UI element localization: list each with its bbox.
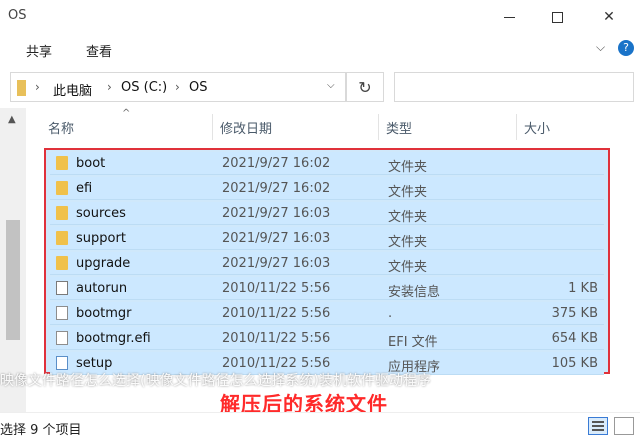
- file-name: upgrade: [76, 256, 131, 271]
- file-row[interactable]: sources 2021/9/27 16:03 文件夹: [50, 202, 604, 225]
- file-date: 2021/9/27 16:02: [222, 156, 331, 171]
- file-name: boot: [76, 156, 106, 171]
- column-header-row: ^ 名称 修改日期 类型 大小: [26, 108, 640, 144]
- breadcrumb-separator-icon[interactable]: ›: [107, 80, 112, 94]
- file-type: 文件夹: [388, 185, 428, 200]
- file-size: 105 KB: [551, 356, 598, 371]
- ribbon-expand-chevron-icon[interactable]: ⌵: [596, 40, 605, 55]
- maximize-button[interactable]: [534, 0, 580, 34]
- file-name: autorun: [76, 281, 128, 296]
- file-row[interactable]: bootmgr 2010/11/22 5:56 . 375 KB: [50, 302, 604, 325]
- file-date: 2021/9/27 16:03: [222, 206, 331, 221]
- refresh-button[interactable]: ↻: [346, 72, 384, 102]
- selection-status: 选择 9 个项目: [0, 423, 82, 438]
- file-date: 2021/9/27 16:03: [222, 231, 331, 246]
- file-row[interactable]: bootmgr.efi 2010/11/22 5:56 EFI 文件 654 K…: [50, 327, 604, 350]
- column-divider[interactable]: [212, 114, 213, 140]
- column-header-name[interactable]: 名称: [48, 118, 74, 137]
- file-date: 2021/9/27 16:03: [222, 256, 331, 271]
- scroll-up-icon[interactable]: ▲: [8, 114, 16, 125]
- ribbon: 共享 查看 ⌵ ?: [0, 34, 640, 64]
- file-icon: [56, 331, 68, 345]
- minimize-button[interactable]: [486, 0, 532, 34]
- file-row[interactable]: efi 2021/9/27 16:02 文件夹: [50, 177, 604, 200]
- file-type: 文件夹: [388, 160, 428, 175]
- file-type: 文件夹: [388, 260, 428, 275]
- folder-icon: [56, 206, 68, 220]
- file-row[interactable]: upgrade 2021/9/27 16:03 文件夹: [50, 252, 604, 275]
- file-list: boot 2021/9/27 16:02 文件夹 efi 2021/9/27 1…: [44, 148, 610, 375]
- refresh-icon: ↻: [358, 77, 372, 97]
- minimize-icon: [503, 16, 515, 18]
- breadcrumb-separator-icon[interactable]: ›: [175, 80, 180, 94]
- navigation-pane-scrollbar[interactable]: ▲: [0, 108, 26, 412]
- file-row[interactable]: support 2021/9/27 16:03 文件夹: [50, 227, 604, 250]
- breadcrumb-this-pc[interactable]: 此电脑: [53, 80, 92, 99]
- maximize-icon: [551, 11, 563, 23]
- file-row[interactable]: autorun 2010/11/22 5:56 安装信息 1 KB: [50, 277, 604, 300]
- ribbon-tab-view[interactable]: 查看: [86, 41, 112, 60]
- breadcrumb-drive-c[interactable]: OS (C:): [121, 80, 167, 95]
- file-icon: [56, 306, 68, 320]
- breadcrumb-separator-icon[interactable]: ›: [35, 80, 40, 94]
- file-name: support: [76, 231, 126, 246]
- file-type: 文件夹: [388, 210, 428, 225]
- folder-icon: [56, 231, 68, 245]
- column-divider[interactable]: [516, 114, 517, 140]
- column-header-type[interactable]: 类型: [386, 118, 412, 137]
- file-name: bootmgr: [76, 306, 132, 321]
- scroll-thumb[interactable]: [6, 220, 20, 340]
- file-type: .: [388, 306, 393, 321]
- column-header-date[interactable]: 修改日期: [220, 118, 272, 137]
- file-size: 1 KB: [568, 281, 598, 296]
- file-size: 375 KB: [551, 306, 598, 321]
- file-date: 2010/11/22 5:56: [222, 281, 331, 296]
- sort-ascending-icon: ^: [122, 108, 131, 119]
- folder-icon: [56, 181, 68, 195]
- file-type: EFI 文件: [388, 335, 438, 350]
- file-row[interactable]: boot 2021/9/27 16:02 文件夹: [50, 152, 604, 175]
- address-dropdown-icon[interactable]: ⌵: [327, 80, 335, 91]
- file-size: 654 KB: [551, 331, 598, 346]
- column-header-size[interactable]: 大小: [524, 118, 550, 137]
- help-icon[interactable]: ?: [618, 40, 634, 56]
- ribbon-tab-share[interactable]: 共享: [26, 41, 52, 60]
- close-icon: ✕: [603, 9, 615, 25]
- close-button[interactable]: ✕: [586, 0, 632, 34]
- file-date: 2021/9/27 16:02: [222, 181, 331, 196]
- file-type: 安装信息: [388, 285, 441, 300]
- large-icons-view-button[interactable]: [614, 417, 634, 435]
- details-view-button[interactable]: [588, 417, 608, 435]
- file-date: 2010/11/22 5:56: [222, 331, 331, 346]
- file-name: sources: [76, 206, 126, 221]
- window-title: OS: [8, 8, 27, 23]
- status-bar: 选择 9 个项目: [0, 412, 640, 440]
- column-divider[interactable]: [378, 114, 379, 140]
- folder-icon: [56, 256, 68, 270]
- file-name: bootmgr.efi: [76, 331, 151, 346]
- address-row: › 此电脑 › OS (C:) › OS ⌵ ↻: [0, 64, 640, 108]
- application-icon: [56, 356, 68, 370]
- file-date: 2010/11/22 5:56: [222, 306, 331, 321]
- settings-file-icon: [56, 281, 68, 295]
- address-bar[interactable]: › 此电脑 › OS (C:) › OS ⌵: [10, 72, 346, 102]
- file-name: setup: [76, 356, 113, 371]
- overlay-caption: 映像文件路径怎么选择(映像文件路径怎么选择系统)装机软件驱动程序: [0, 373, 431, 389]
- file-name: efi: [76, 181, 93, 196]
- folder-icon: [56, 156, 68, 170]
- breadcrumb-os[interactable]: OS: [189, 80, 207, 95]
- title-bar: OS ✕: [0, 0, 640, 34]
- file-type: 文件夹: [388, 235, 428, 250]
- file-date: 2010/11/22 5:56: [222, 356, 331, 371]
- search-input[interactable]: [394, 72, 634, 102]
- address-folder-icon: [17, 80, 26, 96]
